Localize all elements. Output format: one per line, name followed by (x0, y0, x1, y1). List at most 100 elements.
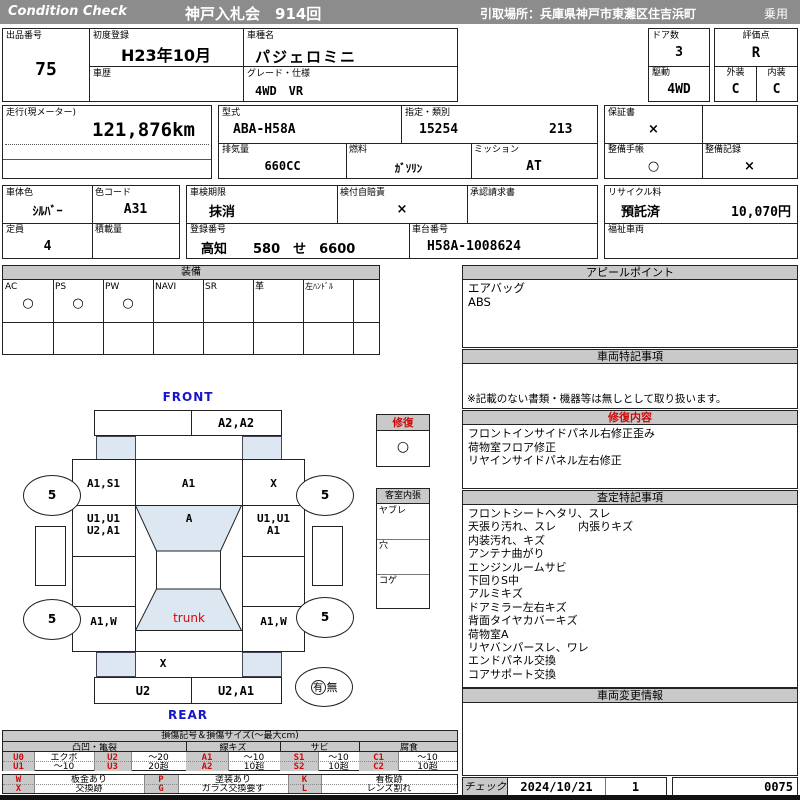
fuel-label: 燃料 (349, 145, 368, 155)
front-pillar-right (242, 436, 282, 460)
model-code: ABA-H58A (233, 122, 296, 137)
cabin-row-burn: コゲ (379, 576, 398, 586)
warranty-value: × (648, 122, 659, 137)
recycle-fee: 10,070円 (731, 205, 791, 220)
condition-check-sheet: Condition Check 神戸入札会 914回 引取場所：兵庫県神戸市東灘… (0, 0, 800, 800)
wheel-rear-left: 5 (23, 599, 81, 640)
assessment-line: コアサポート交換 (468, 667, 556, 681)
history-label: 車歴 (93, 69, 112, 79)
repair-line: 荷物室フロア修正 (468, 440, 556, 454)
presence-yes-circled: 有 (310, 679, 326, 695)
legend-code: S2 (293, 762, 305, 772)
recycle-status: 預託済 (621, 205, 661, 220)
equipment-ac-label: AC (5, 282, 18, 292)
appeal-line: エアバッグ (468, 281, 526, 295)
assessment-line: 下回りS中 (468, 574, 519, 588)
maintenance-book-value: ○ (647, 159, 660, 174)
maintenance-book-label: 整備手帳 (608, 145, 645, 155)
capacity-label: 定員 (6, 225, 25, 235)
wheel-front-left: 5 (23, 475, 81, 516)
repair-flag-box: 修復 ○ (376, 414, 430, 467)
equipment-leather-label: 革 (255, 282, 265, 292)
equipment-navi-label: NAVI (155, 282, 177, 292)
registration-number-label: 登録番号 (190, 225, 227, 235)
doors-label: ドア数 (652, 31, 680, 41)
legend-mark-value: 交換跡 (75, 784, 103, 794)
legend-value: ～10 (53, 762, 75, 772)
registration-number: 高知 580 せ 6600 (201, 242, 356, 257)
assessment-notes-title: 査定特記事項 (462, 490, 798, 505)
legend-title: 損傷記号＆損傷サイズ(～最大cm) (3, 731, 457, 742)
check-label: チェック (462, 777, 508, 796)
door-right-damage-2: A1 (266, 524, 281, 537)
model-code-label: 型式 (222, 108, 241, 118)
assessment-line: 荷物室A (468, 627, 509, 641)
assessment-line: アルミキズ (468, 587, 523, 601)
repair-line: リヤインサイドパネル左右修正 (468, 454, 622, 467)
appeal-points-body: エアバッグ ABS (462, 279, 798, 348)
front-fender-right-damage: X (270, 477, 277, 490)
insurance-value: × (396, 202, 408, 217)
maintenance-record-value: × (744, 159, 755, 174)
check-count: 1 (631, 780, 640, 794)
assessment-line: アンテナ曲がり (468, 547, 545, 561)
windshield-damage: A (185, 512, 193, 525)
assessment-notes-body: フロントシートヘタリ、スレ 天張り汚れ、スレ 内張りキズ 内装汚れ、キズ アンテ… (462, 504, 798, 688)
door-left-damage-2: U2,A1 (86, 524, 121, 537)
rear-panel-damage: X (159, 657, 167, 670)
repair-details-title: 修復内容 (462, 410, 798, 425)
trunk-label: trunk (173, 611, 205, 625)
approval-request-label: 承認請求書 (470, 188, 516, 198)
sheet-number-box: 0075 (672, 777, 798, 796)
displacement-value: 660CC (264, 159, 301, 173)
legend-value: 10超 (243, 762, 265, 772)
cabin-interior-box: 客室内張 ヤブレ 穴 コゲ (376, 488, 430, 609)
assessment-line: エンジンルームサビ (468, 560, 567, 574)
legend-code: C2 (373, 762, 384, 772)
assessment-line: フロントシートヘタリ、スレ (468, 507, 611, 520)
vehicle-notes-disclaimer: ※記載のない書類・機器等は無しとして取り扱います。 (467, 392, 727, 405)
rear-pillar-left (96, 652, 136, 677)
mileage-label: 走行(現メーター) (6, 108, 77, 118)
equipment-ps-label: PS (55, 282, 67, 292)
body-color-label: 車体色 (6, 188, 34, 198)
front-fender-left-damage: A1,S1 (86, 477, 121, 490)
inspection-expiry-label: 車検期限 (190, 188, 227, 198)
transmission-label: ミッション (474, 145, 520, 155)
engine-box: 型式 ABA-H58A 指定・類別 15254 213 排気量 660CC 燃料… (218, 105, 598, 179)
change-info-body (462, 702, 798, 776)
equipment-ac-value: ○ (22, 296, 34, 311)
rear-bumper-right-damage: U2,A1 (217, 684, 255, 698)
exterior-label: 外装 (726, 68, 745, 78)
body-color-value: ｼﾙﾊﾞｰ (32, 204, 63, 218)
cabin-interior-title: 客室内張 (377, 489, 429, 504)
class-label: 指定・類別 (405, 108, 451, 118)
inspection-expiry-value: 抹消 (209, 205, 236, 220)
equipment-table: 装備 AC ○ PS ○ PW ○ NAVI SR 革 左ﾊﾝﾄﾞﾙ (2, 265, 380, 355)
equipment-lhd-label: 左ﾊﾝﾄﾞﾙ (305, 282, 333, 291)
side-step-left (35, 526, 66, 586)
legend-code: U1 (13, 762, 24, 772)
lot-number: 75 (35, 59, 57, 80)
legend-mark-code: X (15, 784, 22, 794)
front-pillar-left (96, 436, 136, 460)
chassis-number: H58A-1008624 (427, 239, 521, 254)
load-label: 積載量 (95, 225, 123, 235)
displacement-label: 排気量 (222, 145, 250, 155)
front-bumper-damage: A2,A2 (217, 416, 255, 430)
mileage-value: 121,876km (92, 119, 195, 141)
legend-mark-value: レンズ割れ (366, 784, 412, 794)
inspection-registration-box: 車検期限 抹消 検付自賠責 × 承認請求書 登録番号 高知 580 せ 6600… (186, 185, 598, 259)
damage-legend-table: 損傷記号＆損傷サイズ(～最大cm) 凸凹・亀裂 線キズ サビ 腐食 U0 エクボ… (2, 730, 458, 772)
color-code-value: A31 (123, 202, 148, 217)
front-bumper: A2,A2 (94, 410, 282, 436)
assessment-line: 内装汚れ、キズ (468, 533, 546, 547)
appeal-line: ABS (468, 294, 491, 309)
chassis-number-label: 車台番号 (412, 225, 449, 235)
assessment-line: エンドパネル交換 (468, 654, 556, 668)
header-bar: Condition Check 神戸入札会 914回 引取場所：兵庫県神戸市東灘… (0, 0, 800, 24)
documents-box: 保証書 × 整備手帳 ○ 整備記録 × (604, 105, 798, 179)
assessment-line: ドアミラー左右キズ (468, 600, 567, 614)
check-date: 2024/10/21 (520, 780, 593, 794)
rear-bumper: U2 U2,A1 (94, 677, 282, 704)
